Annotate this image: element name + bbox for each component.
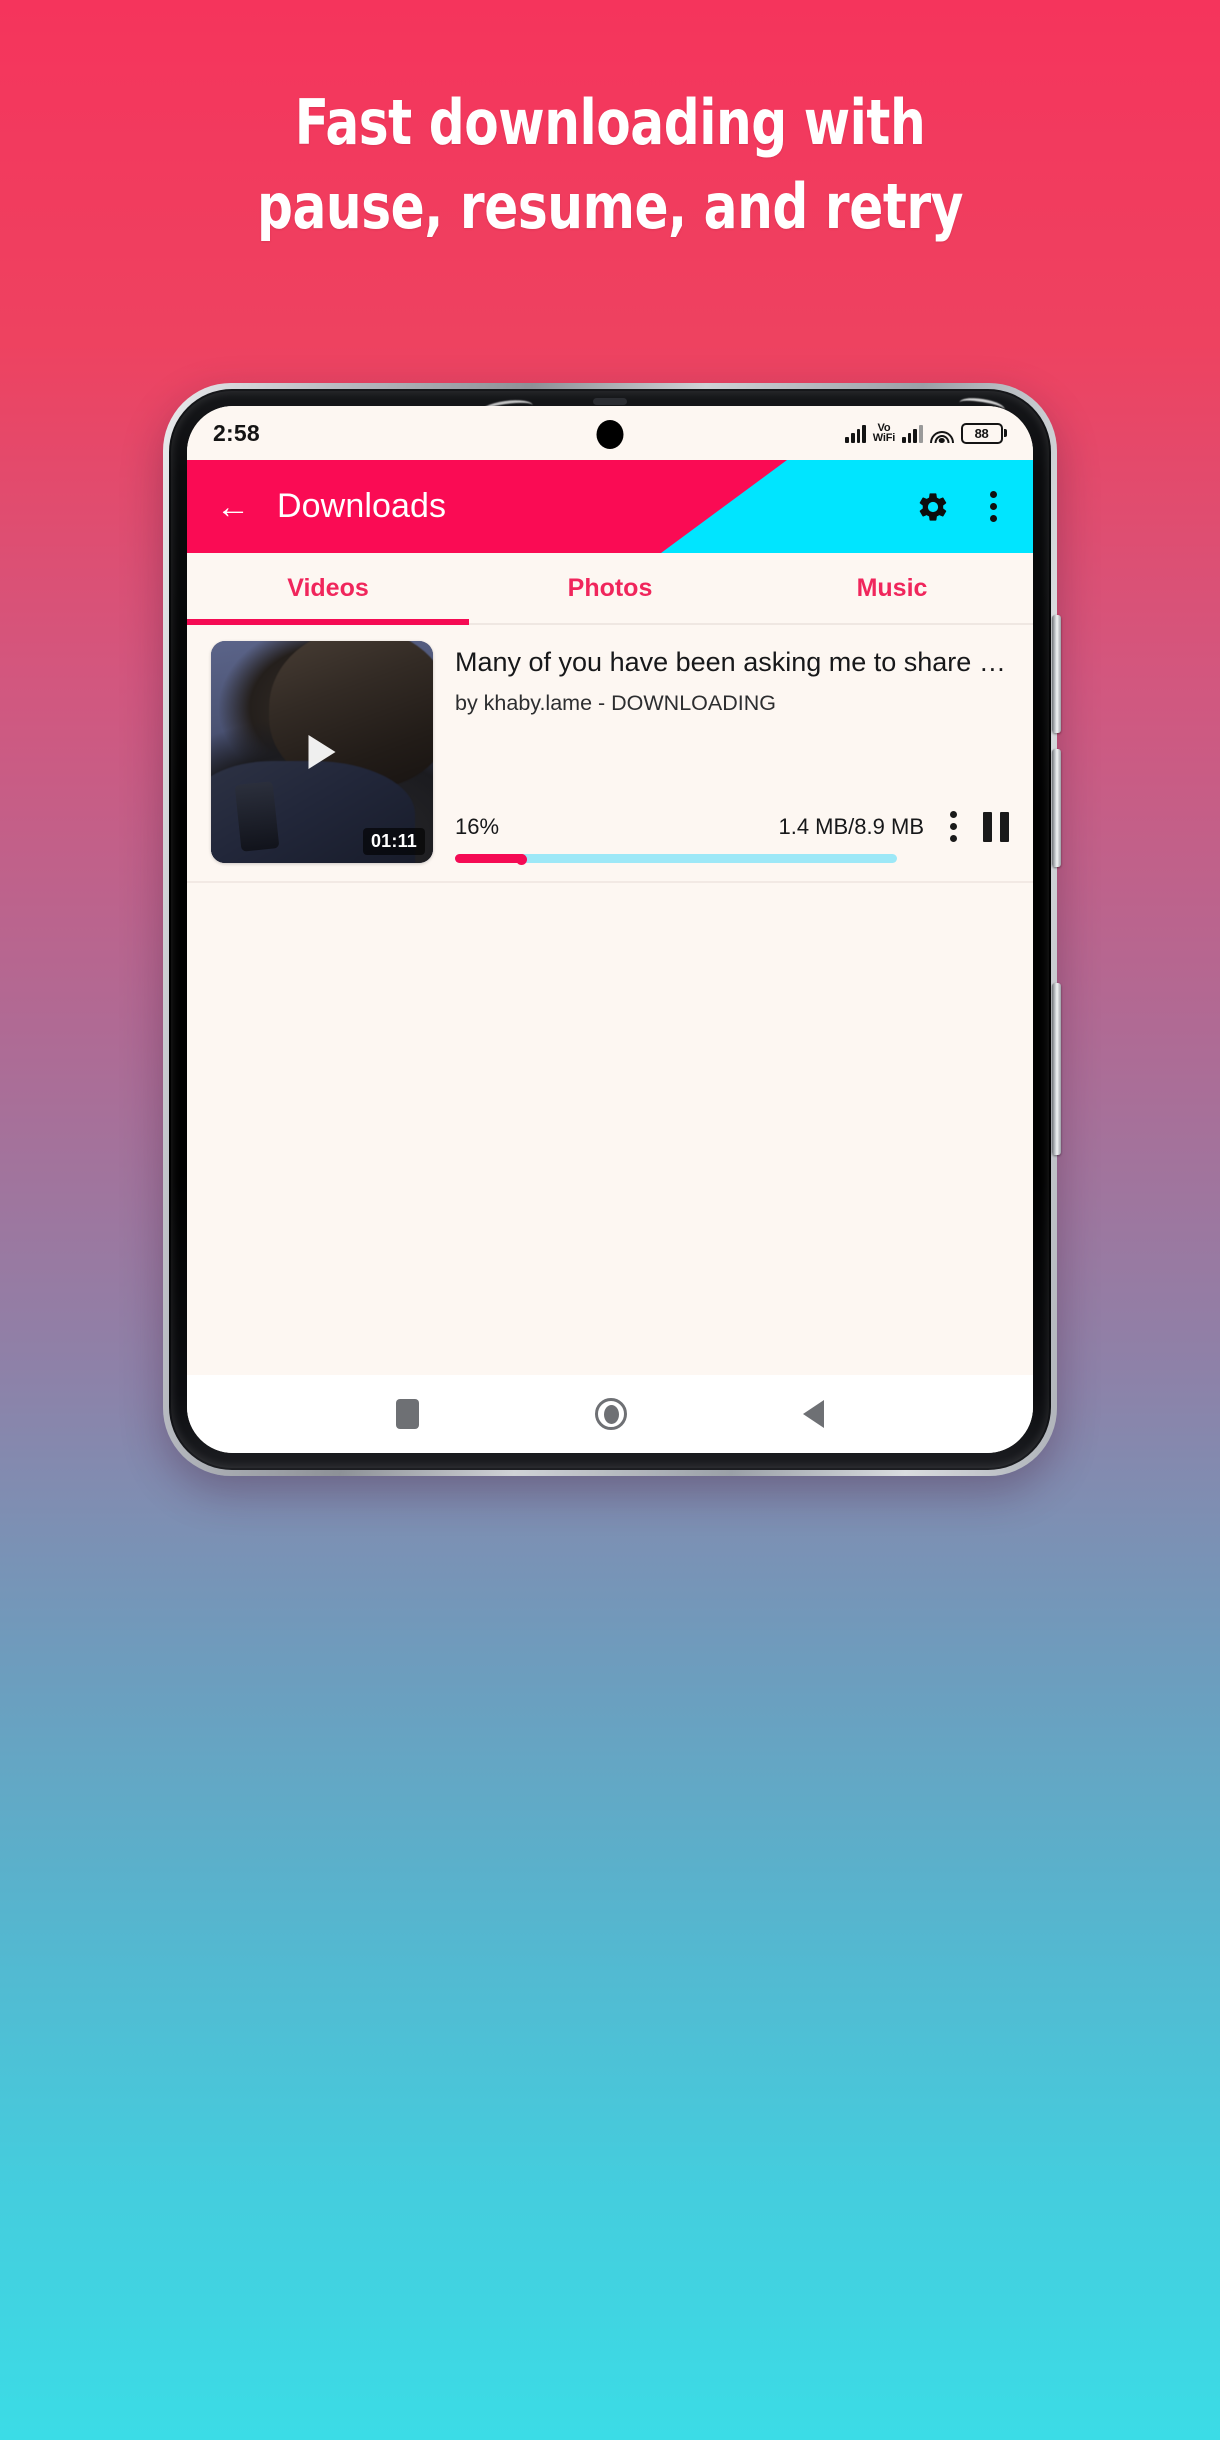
kebab-dot bbox=[990, 503, 997, 510]
battery-tip bbox=[1004, 429, 1007, 437]
promo-headline-line2: pause, resume, and retry bbox=[257, 170, 963, 243]
tab-label: Photos bbox=[567, 573, 653, 602]
pause-button[interactable] bbox=[983, 811, 1009, 842]
empty-content-area bbox=[187, 883, 1033, 1375]
download-subtitle: by khaby.lame - DOWNLOADING bbox=[455, 690, 776, 715]
status-bar: 2:58 Vo WiFi 88 bbox=[187, 406, 1033, 460]
tab-label: Videos bbox=[287, 573, 369, 602]
item-overflow-menu-button[interactable] bbox=[950, 811, 957, 842]
progress-percent-label: 16% bbox=[455, 813, 500, 839]
video-duration-badge: 01:11 bbox=[362, 828, 425, 855]
signal-bars-icon bbox=[902, 423, 923, 443]
play-icon bbox=[308, 735, 336, 769]
battery-icon: 88 bbox=[960, 422, 1007, 444]
thumbnail-detail bbox=[234, 781, 279, 852]
progress-bar bbox=[455, 854, 897, 865]
android-navigation-bar bbox=[187, 1375, 1033, 1453]
earpiece-speaker bbox=[593, 398, 627, 405]
vowifi-label-wifi: WiFi bbox=[872, 432, 896, 444]
promo-headline: Fast downloading with pause, resume, and… bbox=[61, 92, 1159, 238]
camera-punch-hole bbox=[596, 420, 624, 449]
back-arrow-icon[interactable]: ← bbox=[213, 487, 253, 527]
tab-photos[interactable]: Photos bbox=[469, 553, 751, 623]
power-button[interactable] bbox=[1052, 983, 1061, 1155]
download-progress-area: 16% 1.4 MB/8.9 MB bbox=[455, 811, 1009, 865]
wifi-icon bbox=[929, 424, 954, 443]
tab-videos[interactable]: Videos bbox=[187, 553, 469, 625]
kebab-dot bbox=[990, 491, 997, 498]
volume-down-button[interactable] bbox=[1052, 749, 1061, 867]
overflow-menu-button[interactable] bbox=[990, 491, 997, 522]
progress-knob bbox=[515, 854, 527, 865]
back-triangle-icon[interactable] bbox=[803, 1400, 824, 1428]
home-circle-icon[interactable] bbox=[595, 1398, 627, 1430]
app-bar: ← Downloads bbox=[187, 460, 1033, 553]
recents-square-icon[interactable] bbox=[396, 1399, 419, 1429]
promo-headline-line1: Fast downloading with bbox=[294, 86, 926, 159]
vowifi-icon: Vo WiFi bbox=[872, 422, 896, 444]
pause-icon-bar bbox=[983, 811, 992, 842]
signal-bars-icon bbox=[845, 423, 866, 443]
settings-button[interactable] bbox=[916, 490, 950, 524]
phone-mockup: 2:58 Vo WiFi 88 ← Downloads Videos Photo… bbox=[163, 383, 1061, 1476]
tab-music[interactable]: Music bbox=[751, 553, 1033, 623]
volume-up-button[interactable] bbox=[1052, 615, 1061, 733]
progress-fill bbox=[455, 854, 527, 865]
kebab-dot bbox=[950, 835, 957, 842]
page-title: Downloads bbox=[277, 487, 447, 525]
kebab-dot bbox=[950, 811, 957, 818]
phone-screen: 2:58 Vo WiFi 88 ← Downloads Videos Photo… bbox=[187, 406, 1033, 1453]
kebab-dot bbox=[950, 823, 957, 830]
download-size-label: 1.4 MB/8.9 MB bbox=[778, 813, 924, 839]
pause-icon-bar bbox=[1000, 811, 1009, 842]
download-title: Many of you have been asking me to share… bbox=[455, 647, 1009, 677]
gear-icon bbox=[919, 492, 947, 521]
video-thumbnail[interactable]: 01:11 bbox=[211, 641, 433, 863]
tab-bar: Videos Photos Music bbox=[187, 553, 1033, 625]
status-clock: 2:58 bbox=[213, 419, 260, 446]
download-list-item[interactable]: 01:11 Many of you have been asking me to… bbox=[187, 625, 1033, 883]
battery-level-label: 88 bbox=[960, 422, 1003, 444]
tab-label: Music bbox=[856, 573, 928, 602]
app-bar-actions bbox=[916, 490, 1033, 524]
kebab-dot bbox=[990, 515, 997, 522]
progress-info-row: 16% 1.4 MB/8.9 MB bbox=[455, 811, 1009, 842]
download-actions bbox=[942, 811, 1009, 842]
download-meta: Many of you have been asking me to share… bbox=[433, 641, 1009, 865]
status-icons: Vo WiFi 88 bbox=[845, 422, 1007, 444]
